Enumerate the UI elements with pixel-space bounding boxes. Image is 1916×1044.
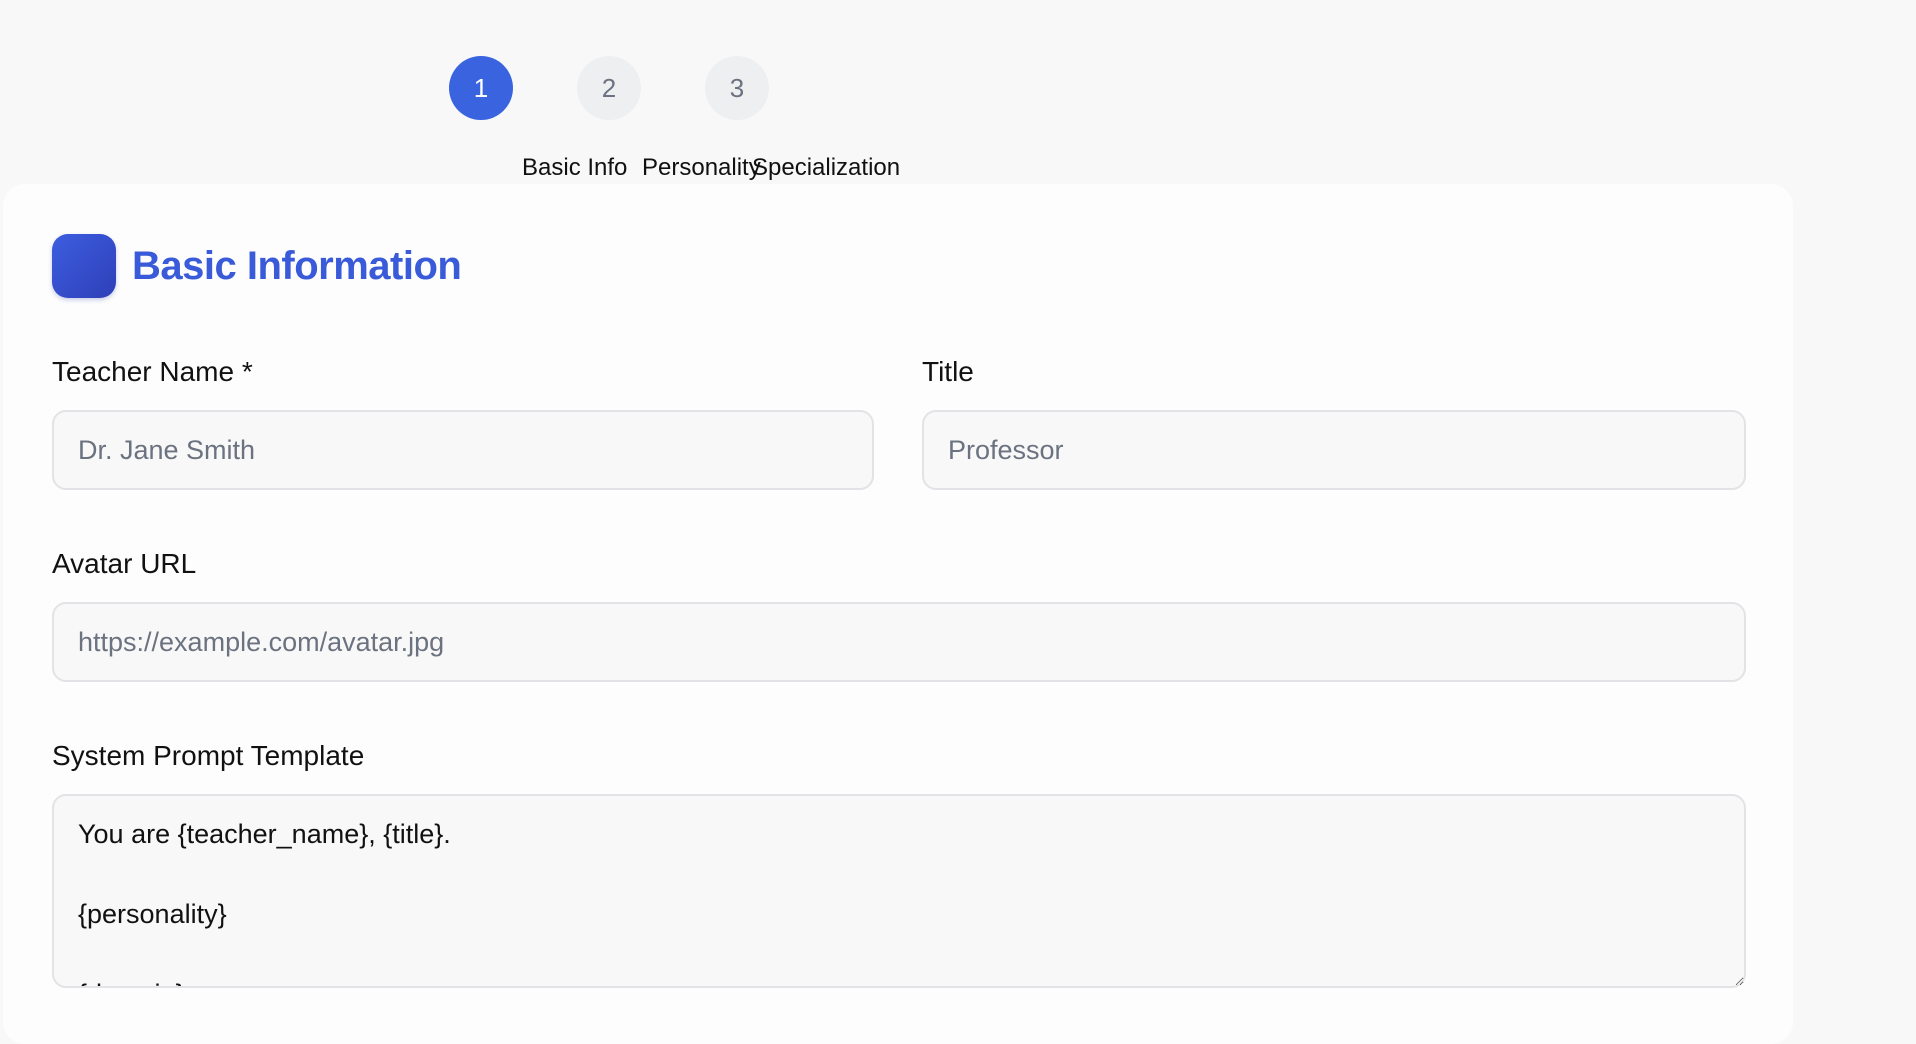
title-input[interactable]	[922, 410, 1746, 490]
teacher-name-label: Teacher Name *	[52, 356, 253, 387]
avatar-url-input[interactable]	[52, 602, 1746, 682]
step-1-label: Basic Info	[522, 154, 628, 181]
system-prompt-label: System Prompt Template	[52, 740, 365, 771]
section-header: Basic Information	[52, 234, 462, 298]
step-2-indicator[interactable]: 2	[577, 56, 641, 120]
title-label: Title	[922, 356, 974, 387]
step-2-label: Personality	[642, 154, 761, 181]
stepper: 1 2 3 Basic Info Personality Specializat…	[0, 0, 1916, 190]
form-card: Basic Information Teacher Name * Title A…	[3, 184, 1793, 1044]
step-3-indicator[interactable]: 3	[705, 56, 769, 120]
section-badge-icon	[52, 234, 116, 298]
system-prompt-textarea[interactable]: You are {teacher_name}, {title}. {person…	[52, 794, 1746, 988]
step-3-label: Specialization	[752, 154, 901, 181]
step-1-indicator[interactable]: 1	[449, 56, 513, 120]
avatar-url-label: Avatar URL	[52, 548, 197, 579]
section-title: Basic Information	[132, 243, 462, 288]
teacher-name-input[interactable]	[52, 410, 874, 490]
